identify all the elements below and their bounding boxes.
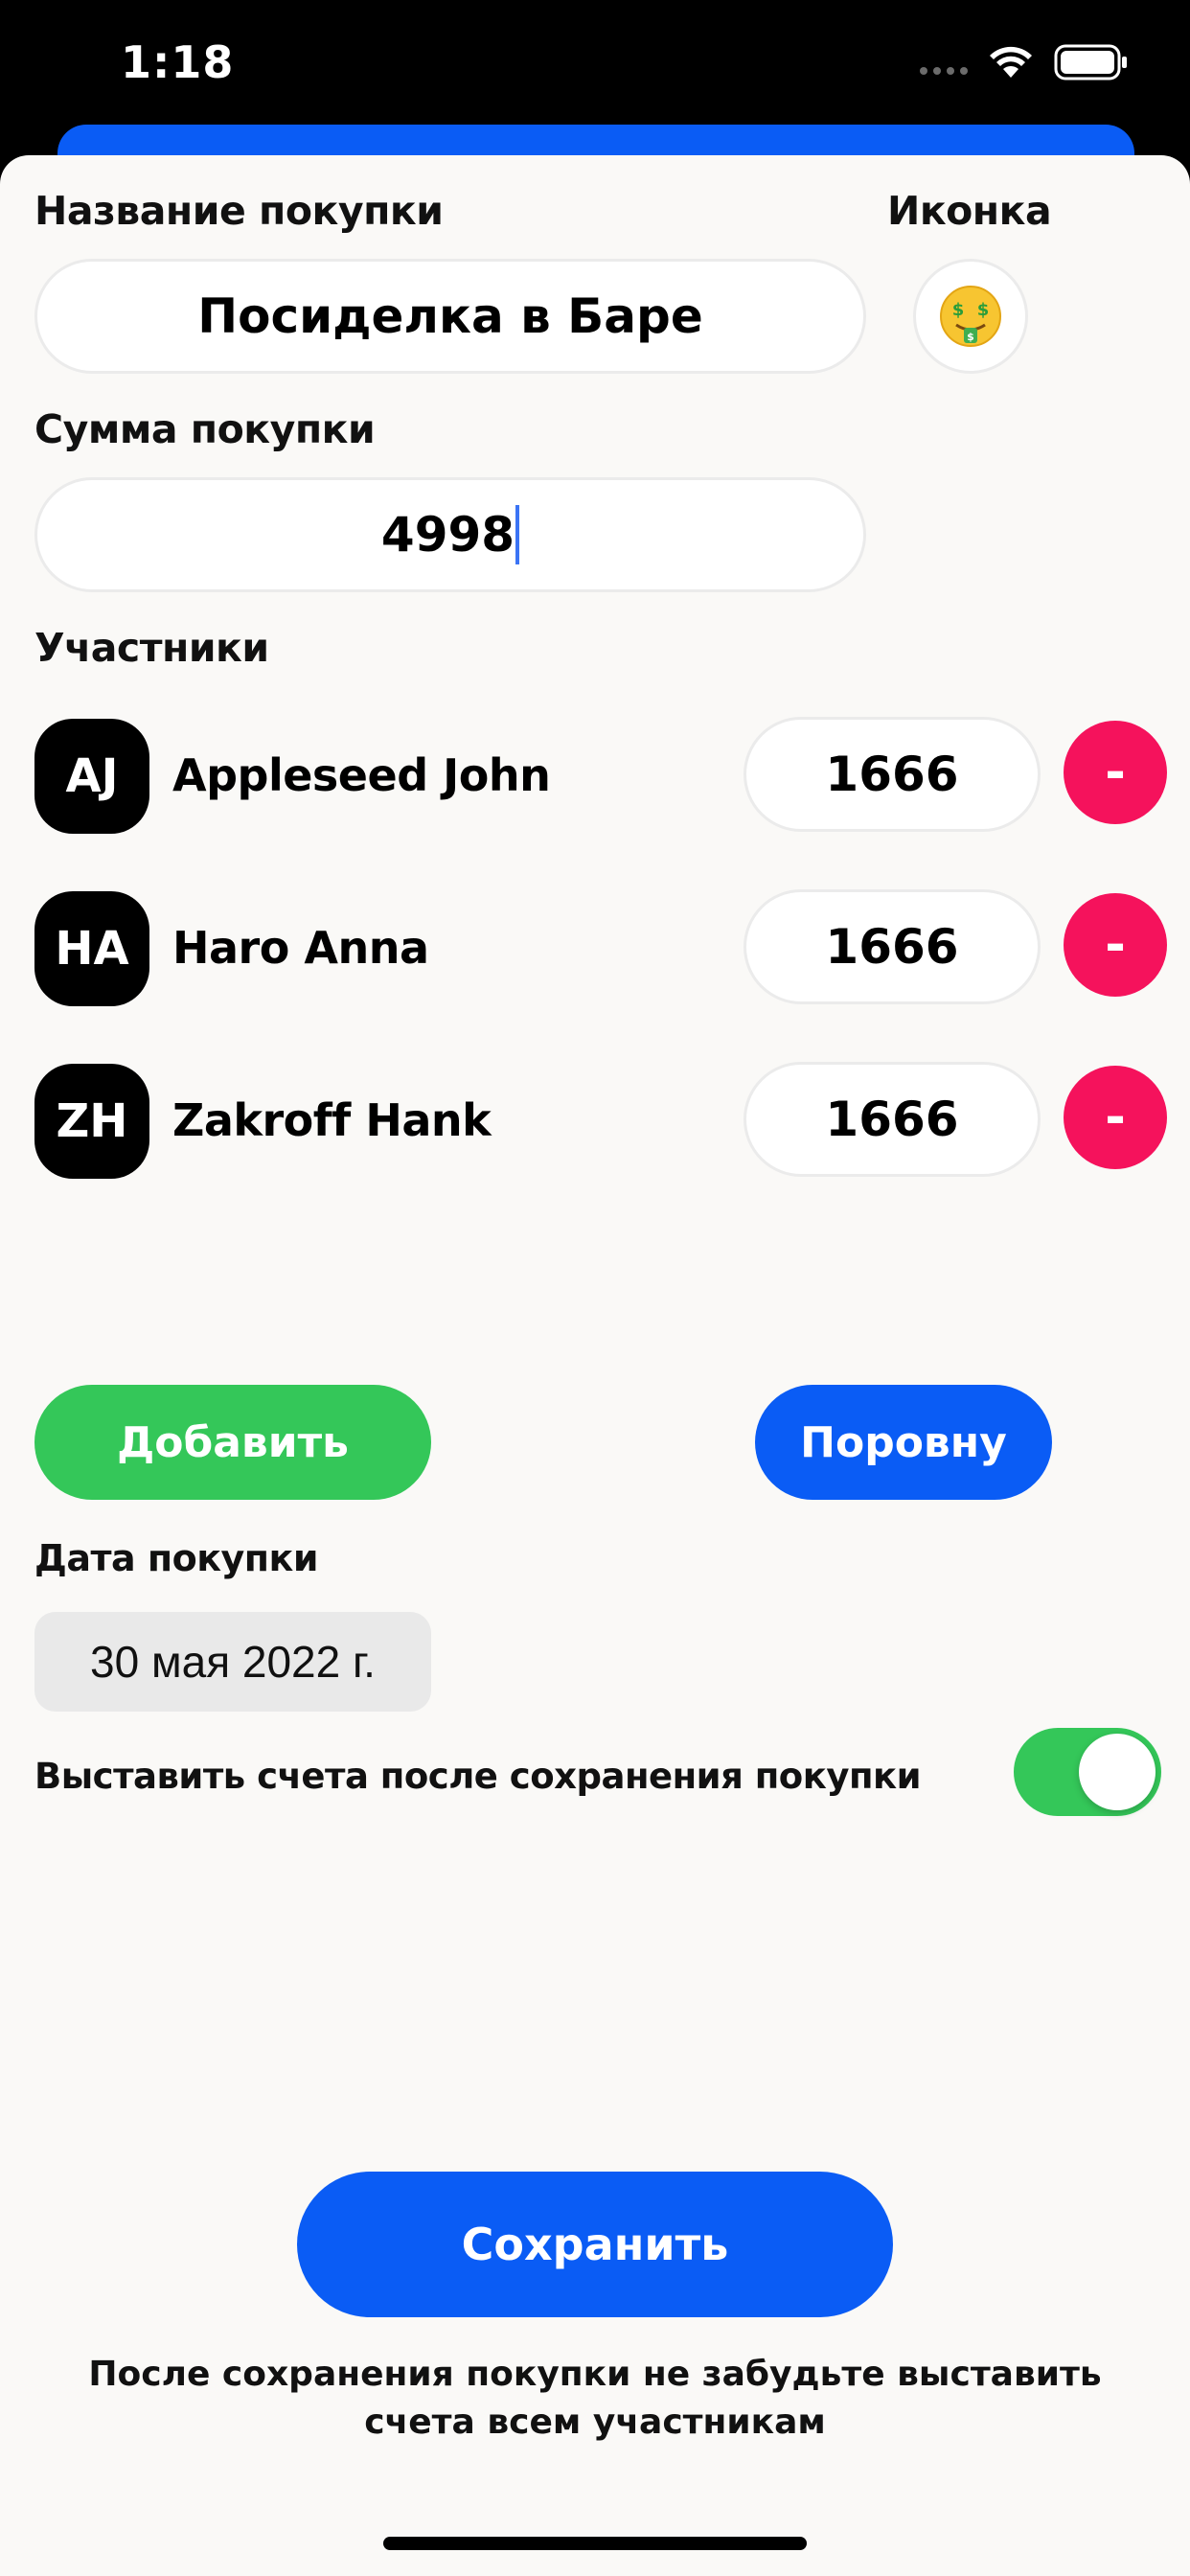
purchase-date-label: Дата покупки [34, 1537, 318, 1579]
wifi-icon [990, 46, 1032, 78]
footer-note-line-1: После сохранения покупки не забудьте выс… [88, 2355, 1102, 2394]
remove-participant-button[interactable]: - [1064, 1066, 1167, 1169]
participant-name: Appleseed John [172, 749, 551, 801]
status-icons [920, 44, 1129, 80]
status-bar: 1:18 [0, 0, 1190, 144]
cellular-signal-icon [920, 48, 968, 77]
purchase-title-value: Посиделка в Баре [197, 288, 703, 344]
footer-note: После сохранения покупки не забудьте выс… [0, 2351, 1190, 2447]
battery-icon [1054, 44, 1127, 80]
participant-amount-input[interactable]: 1666 [744, 717, 1041, 832]
send-bills-toggle[interactable] [1014, 1728, 1161, 1816]
svg-text:$: $ [967, 331, 974, 343]
participant-row: AJ Appleseed John 1666 - [34, 717, 1175, 836]
purchase-form-sheet: Название покупки Иконка Посиделка в Баре… [0, 155, 1190, 2576]
participant-amount-input[interactable]: 1666 [744, 1062, 1041, 1177]
icon-label: Иконка [887, 188, 1052, 234]
participant-name: Zakroff Hank [172, 1094, 492, 1146]
avatar: AJ [34, 719, 149, 834]
amount-input[interactable]: 4998 [34, 477, 866, 592]
home-indicator [383, 2537, 807, 2550]
remove-participant-button[interactable]: - [1064, 893, 1167, 997]
toggle-knob [1079, 1734, 1156, 1810]
participant-row: ZH Zakroff Hank 1666 - [34, 1062, 1175, 1181]
remove-participant-button[interactable]: - [1064, 721, 1167, 824]
status-time: 1:18 [121, 36, 235, 88]
text-caret [515, 505, 520, 564]
participants-label: Участники [34, 625, 269, 671]
avatar: ZH [34, 1064, 149, 1179]
participant-row: HA Haro Anna 1666 - [34, 889, 1175, 1008]
footer-note-line-2: счета всем участникам [364, 2403, 826, 2442]
svg-text:$: $ [952, 300, 965, 320]
participant-amount-input[interactable]: 1666 [744, 889, 1041, 1004]
icon-picker-button[interactable]: $ $ $ [913, 259, 1028, 374]
save-button[interactable]: Сохранить [297, 2172, 893, 2317]
avatar: HA [34, 891, 149, 1006]
send-bills-label: Выставить счета после сохранения покупки [34, 1756, 922, 1797]
purchase-title-input[interactable]: Посиделка в Баре [34, 259, 866, 374]
add-participant-button[interactable]: Добавить [34, 1385, 431, 1500]
participant-name: Haro Anna [172, 922, 429, 974]
svg-text:$: $ [977, 300, 990, 320]
purchase-title-label: Название покупки [34, 188, 444, 234]
money-mouth-face-icon: $ $ $ [940, 286, 1001, 347]
split-equally-button[interactable]: Поровну [755, 1385, 1052, 1500]
purchase-date-picker[interactable]: 30 мая 2022 г. [34, 1612, 431, 1712]
amount-label: Сумма покупки [34, 406, 376, 452]
amount-value: 4998 [380, 507, 515, 563]
